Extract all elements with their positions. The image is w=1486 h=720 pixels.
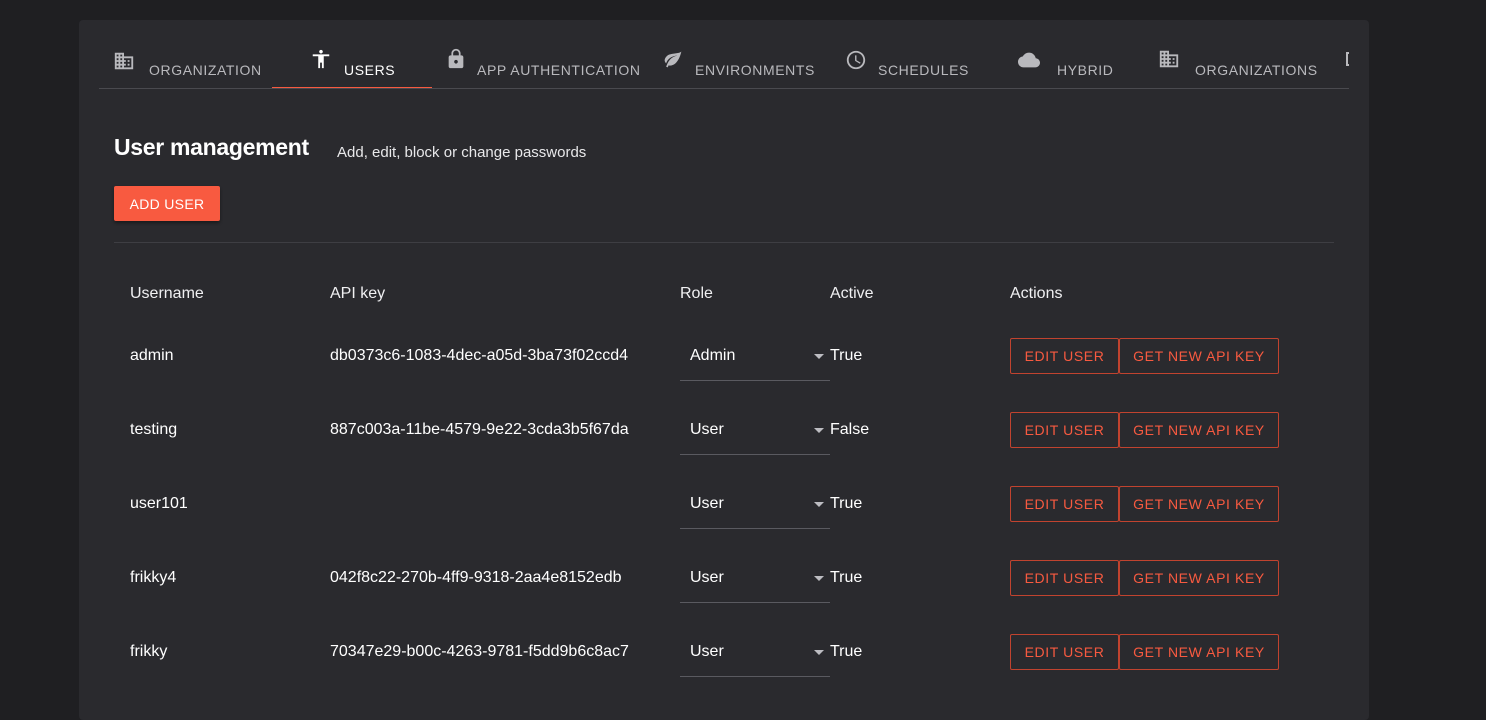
tab-environments[interactable]: Environments: [655, 40, 835, 88]
get-new-api-key-button[interactable]: GET NEW API KEY: [1119, 486, 1279, 522]
table-row: frikky4 042f8c22-270b-4ff9-9318-2aa4e815…: [79, 560, 1369, 634]
column-header-username: Username: [130, 285, 204, 302]
dropdown-arrow-icon: [814, 354, 824, 359]
get-new-api-key-button[interactable]: GET NEW API KEY: [1119, 412, 1279, 448]
tab-label: Hybrid: [1057, 62, 1114, 78]
tab-bar: Organization Users App Authentication En…: [99, 40, 1349, 89]
active-tab-indicator: [272, 87, 432, 88]
dropdown-arrow-icon: [814, 650, 824, 655]
active-cell: True: [830, 643, 863, 660]
table-row: frikky 70347e29-b00c-4263-9781-f5dd9b6c8…: [79, 634, 1369, 708]
edit-user-button[interactable]: EDIT USER: [1010, 560, 1119, 596]
role-select[interactable]: User: [680, 486, 830, 529]
username-cell: admin: [130, 347, 174, 364]
table-row: admin db0373c6-1083-4dec-a05d-3ba73f02cc…: [79, 338, 1369, 412]
get-new-api-key-button[interactable]: GET NEW API KEY: [1119, 634, 1279, 670]
settings-panel: Organization Users App Authentication En…: [79, 20, 1369, 720]
tab-label: Environments: [695, 62, 815, 78]
tab-schedules[interactable]: Schedules: [844, 40, 994, 88]
section-divider: [114, 242, 1334, 243]
get-new-api-key-button[interactable]: GET NEW API KEY: [1119, 560, 1279, 596]
tab-label: Organization: [149, 62, 262, 78]
clock-icon: [845, 49, 867, 71]
active-cell: True: [830, 569, 863, 586]
get-new-api-key-button[interactable]: GET NEW API KEY: [1119, 338, 1279, 374]
tab-overflow[interactable]: [1345, 40, 1349, 88]
role-value: User: [690, 643, 724, 660]
page-title: User management: [114, 134, 309, 160]
api-key-cell: db0373c6-1083-4dec-a05d-3ba73f02ccd4: [330, 347, 629, 364]
role-value: User: [690, 495, 724, 512]
tab-app-authentication[interactable]: App Authentication: [435, 40, 645, 88]
role-select[interactable]: User: [680, 560, 830, 603]
add-user-button[interactable]: ADD USER: [114, 186, 220, 221]
username-cell: testing: [130, 421, 178, 438]
tab-users[interactable]: Users: [272, 40, 432, 88]
role-value: User: [690, 569, 724, 586]
role-value: User: [690, 421, 724, 438]
table-row: user101 User True EDIT USER GET NEW API …: [79, 486, 1369, 560]
tab-organization[interactable]: Organization: [99, 40, 269, 88]
dropdown-arrow-icon: [814, 502, 824, 507]
username-cell: user101: [130, 495, 188, 512]
active-cell: True: [830, 495, 863, 512]
leaf-icon: [663, 49, 685, 71]
accessibility-icon: [310, 48, 332, 70]
username-cell: frikky: [130, 643, 168, 660]
active-cell: False: [830, 421, 870, 438]
active-cell: True: [830, 347, 863, 364]
dropdown-arrow-icon: [814, 576, 824, 581]
column-header-actions: Actions: [1010, 285, 1063, 302]
lock-icon: [445, 48, 467, 70]
building-icon: [113, 50, 135, 72]
tab-label: Schedules: [878, 62, 969, 78]
column-header-role: Role: [680, 285, 713, 302]
tab-label: Organizations: [1195, 62, 1318, 78]
role-select[interactable]: User: [680, 634, 830, 677]
tab-label: Users: [344, 62, 396, 78]
edit-user-button[interactable]: EDIT USER: [1010, 486, 1119, 522]
role-select[interactable]: User: [680, 412, 830, 455]
partial-tab-icon: [1346, 52, 1349, 66]
building-icon: [1158, 48, 1180, 70]
username-cell: frikky4: [130, 569, 177, 586]
role-value: Admin: [690, 347, 736, 364]
api-key-cell: 042f8c22-270b-4ff9-9318-2aa4e8152edb: [330, 569, 622, 586]
table-row: testing 887c003a-11be-4579-9e22-3cda3b5f…: [79, 412, 1369, 486]
cloud-icon: [1017, 49, 1040, 71]
edit-user-button[interactable]: EDIT USER: [1010, 412, 1119, 448]
page-subtitle: Add, edit, block or change passwords: [337, 144, 587, 161]
tab-organizations[interactable]: Organizations: [1157, 40, 1337, 88]
column-header-active: Active: [830, 285, 874, 302]
tab-hybrid[interactable]: Hybrid: [1017, 40, 1137, 88]
api-key-cell: 887c003a-11be-4579-9e22-3cda3b5f67da: [330, 421, 629, 438]
dropdown-arrow-icon: [814, 428, 824, 433]
role-select[interactable]: Admin: [680, 338, 830, 381]
tab-label: App Authentication: [477, 62, 641, 78]
column-header-api-key: API key: [330, 285, 386, 302]
edit-user-button[interactable]: EDIT USER: [1010, 634, 1119, 670]
api-key-cell: 70347e29-b00c-4263-9781-f5dd9b6c8ac7: [330, 643, 629, 660]
edit-user-button[interactable]: EDIT USER: [1010, 338, 1119, 374]
